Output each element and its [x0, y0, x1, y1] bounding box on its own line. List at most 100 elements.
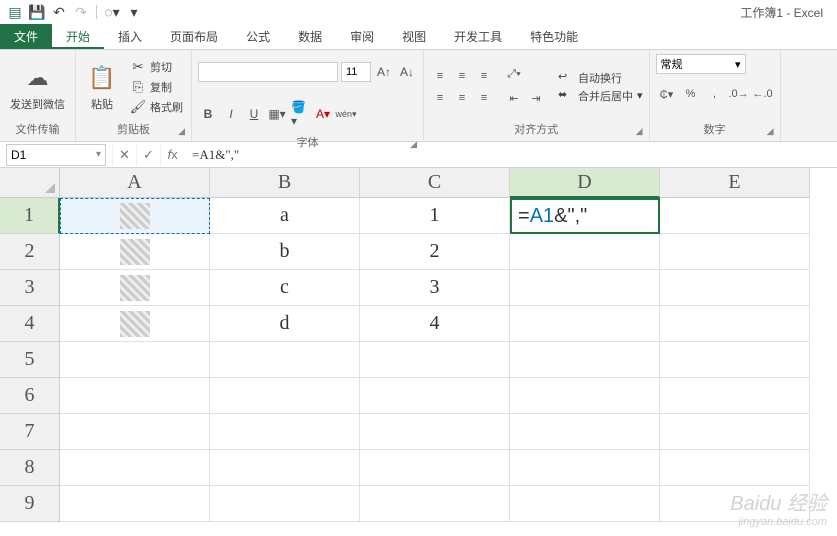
align-top-icon[interactable]: ≡	[430, 66, 450, 86]
underline-button[interactable]: U	[244, 104, 264, 124]
cell[interactable]	[660, 198, 810, 234]
row-header[interactable]: 6	[0, 378, 60, 414]
tab-special[interactable]: 特色功能	[516, 24, 592, 49]
cell[interactable]	[660, 414, 810, 450]
tab-data[interactable]: 数据	[284, 24, 336, 49]
decrease-decimal-icon[interactable]: ←.0	[752, 84, 774, 104]
cell[interactable]	[510, 342, 660, 378]
phonetic-button[interactable]: wén▾	[336, 104, 356, 124]
column-header[interactable]: C	[360, 168, 510, 198]
font-size-input[interactable]	[341, 62, 371, 82]
column-header[interactable]: A	[60, 168, 210, 198]
currency-button[interactable]: ₵▾	[656, 84, 678, 104]
number-launcher-icon[interactable]: ◢	[767, 126, 774, 137]
cell[interactable]: 4	[360, 306, 510, 342]
cell[interactable]: c	[210, 270, 360, 306]
touch-mode-icon[interactable]: ◌▾	[103, 3, 121, 21]
align-bottom-icon[interactable]: ≡	[474, 66, 494, 86]
cell[interactable]: a	[210, 198, 360, 234]
orientation-icon[interactable]: ⤢▾	[504, 65, 524, 85]
cell[interactable]: 1	[360, 198, 510, 234]
cell[interactable]	[210, 450, 360, 486]
cell[interactable]	[510, 486, 660, 522]
cell[interactable]	[60, 306, 210, 342]
row-header[interactable]: 3	[0, 270, 60, 306]
comma-button[interactable]: ,	[704, 84, 726, 104]
cell[interactable]	[510, 270, 660, 306]
row-header[interactable]: 5	[0, 342, 60, 378]
cell[interactable]	[360, 378, 510, 414]
cell[interactable]: 3	[360, 270, 510, 306]
cell[interactable]: d	[210, 306, 360, 342]
bold-button[interactable]: B	[198, 104, 218, 124]
column-header[interactable]: B	[210, 168, 360, 198]
increase-font-icon[interactable]: A↑	[374, 62, 394, 82]
cell[interactable]	[210, 378, 360, 414]
paste-button[interactable]: 📋 粘贴	[82, 60, 122, 114]
tab-view[interactable]: 视图	[388, 24, 440, 49]
cell[interactable]	[510, 306, 660, 342]
cell[interactable]	[210, 486, 360, 522]
row-header[interactable]: 1	[0, 198, 60, 234]
name-box[interactable]: D1▾	[6, 144, 106, 166]
number-format-select[interactable]: 常规▾	[656, 54, 746, 74]
undo-icon[interactable]: ↶	[50, 3, 68, 21]
cell[interactable]	[660, 486, 810, 522]
format-painter-button[interactable]: 🖌格式刷	[128, 98, 185, 116]
tab-insert[interactable]: 插入	[104, 24, 156, 49]
cell[interactable]	[60, 486, 210, 522]
cell[interactable]	[660, 270, 810, 306]
select-all-corner[interactable]	[0, 168, 60, 198]
cell[interactable]	[210, 342, 360, 378]
column-header[interactable]: E	[660, 168, 810, 198]
increase-indent-icon[interactable]: ⇥	[526, 89, 546, 109]
fill-color-button[interactable]: 🪣▾	[290, 104, 310, 124]
cell[interactable]	[60, 414, 210, 450]
cancel-edit-icon[interactable]: ✕	[112, 144, 136, 166]
align-left-icon[interactable]: ≡	[430, 88, 450, 108]
italic-button[interactable]: I	[221, 104, 241, 124]
row-header[interactable]: 7	[0, 414, 60, 450]
row-header[interactable]: 2	[0, 234, 60, 270]
align-right-icon[interactable]: ≡	[474, 88, 494, 108]
row-header[interactable]: 8	[0, 450, 60, 486]
increase-decimal-icon[interactable]: .0→	[728, 84, 750, 104]
cell[interactable]	[360, 414, 510, 450]
cell[interactable]: b	[210, 234, 360, 270]
tab-file[interactable]: 文件	[0, 24, 52, 49]
cut-button[interactable]: ✂剪切	[128, 58, 185, 76]
cell[interactable]	[60, 270, 210, 306]
border-button[interactable]: ▦▾	[267, 104, 287, 124]
align-middle-icon[interactable]: ≡	[452, 66, 472, 86]
cell[interactable]: 2	[360, 234, 510, 270]
copy-button[interactable]: ⎘复制	[128, 78, 185, 96]
cell[interactable]	[660, 234, 810, 270]
cell[interactable]	[660, 450, 810, 486]
cell[interactable]	[660, 306, 810, 342]
percent-button[interactable]: %	[680, 84, 702, 104]
tab-formulas[interactable]: 公式	[232, 24, 284, 49]
cell[interactable]	[210, 414, 360, 450]
cell[interactable]	[510, 378, 660, 414]
cell[interactable]	[660, 378, 810, 414]
font-launcher-icon[interactable]: ◢	[410, 139, 417, 150]
tab-developer[interactable]: 开发工具	[440, 24, 516, 49]
cell[interactable]	[360, 486, 510, 522]
cell[interactable]	[360, 342, 510, 378]
column-header[interactable]: D	[510, 168, 660, 198]
cell-editing[interactable]: =A1&","	[510, 198, 660, 234]
cell[interactable]	[510, 414, 660, 450]
cell[interactable]	[360, 450, 510, 486]
row-header[interactable]: 9	[0, 486, 60, 522]
tab-page-layout[interactable]: 页面布局	[156, 24, 232, 49]
cell[interactable]	[60, 450, 210, 486]
insert-function-icon[interactable]: fx	[160, 144, 184, 166]
save-icon[interactable]: 💾	[28, 3, 46, 21]
cell[interactable]	[510, 234, 660, 270]
cell[interactable]	[660, 342, 810, 378]
cell[interactable]	[60, 234, 210, 270]
merge-center-button[interactable]: ⬌合并后居中▾	[558, 88, 643, 104]
confirm-edit-icon[interactable]: ✓	[136, 144, 160, 166]
font-name-input[interactable]	[198, 62, 338, 82]
redo-icon[interactable]: ↷	[72, 3, 90, 21]
